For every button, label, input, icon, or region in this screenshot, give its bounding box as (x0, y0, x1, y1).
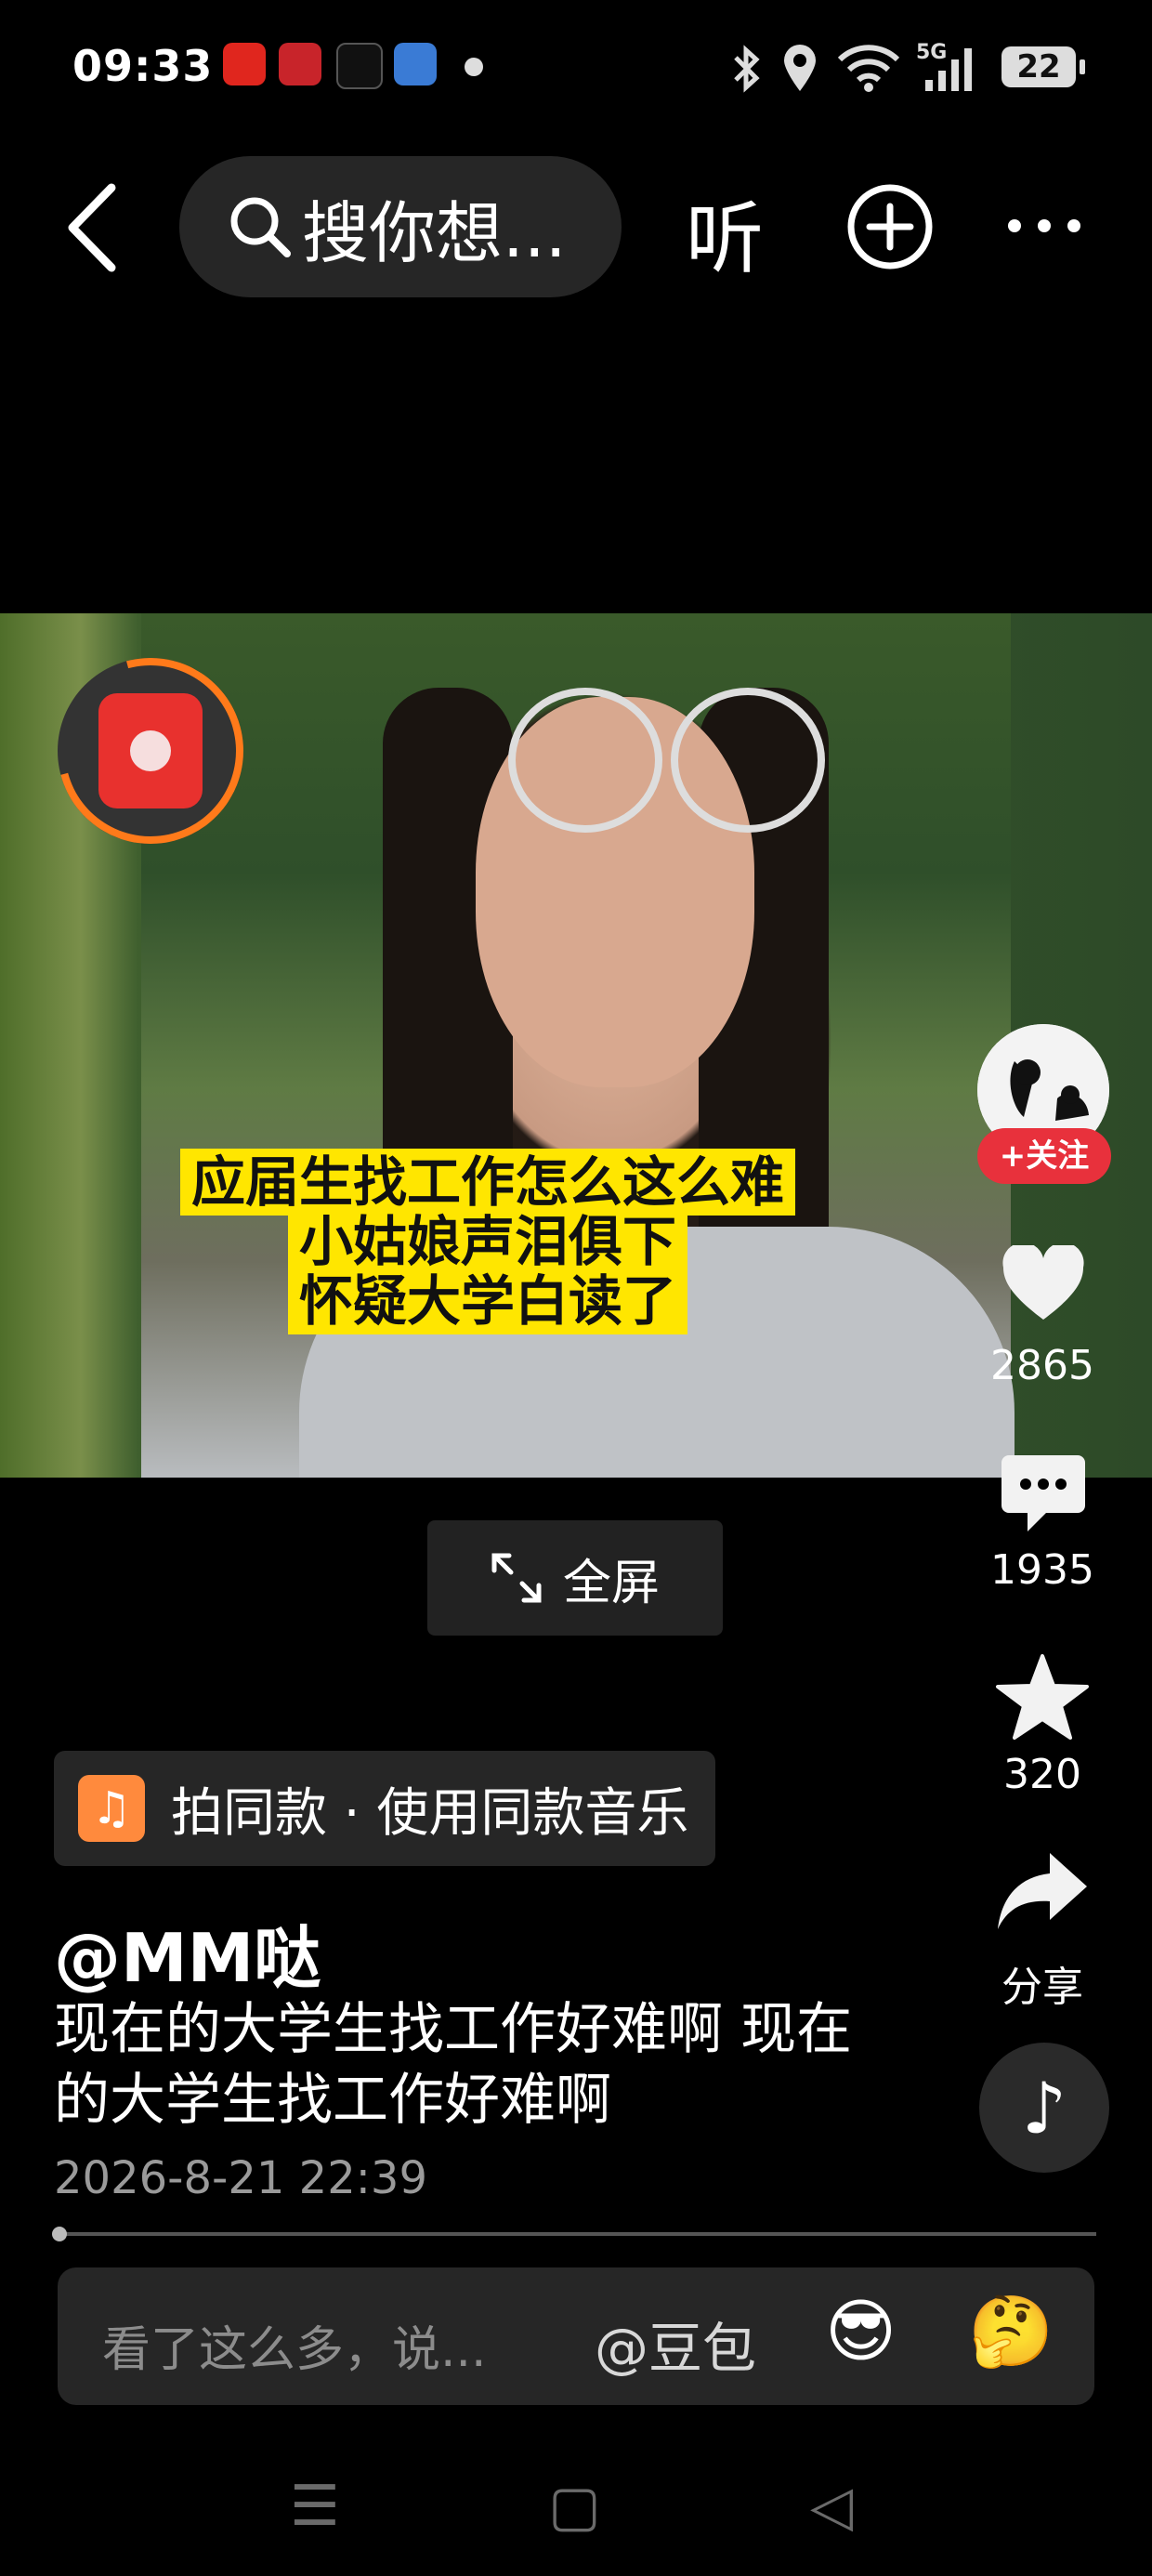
nav-menu-icon[interactable]: ☰ (290, 2474, 340, 2539)
video-glasses-right (671, 688, 825, 833)
emoji-thinking-button[interactable]: 🤔 (968, 2292, 1054, 2372)
nav-home-icon[interactable]: ▢ (548, 2474, 601, 2539)
douyin-app-icon (223, 43, 266, 85)
favorite-count: 320 (1003, 1751, 1081, 1798)
search-icon (230, 197, 291, 257)
caption-line-1: 应届生找工作怎么这么难 (179, 1149, 795, 1216)
tiktok-app-icon (336, 43, 383, 89)
author-username[interactable]: @MM哒 (54, 1903, 321, 2001)
add-icon[interactable] (845, 182, 935, 271)
video-frame (141, 613, 1015, 1478)
video-progress-bar[interactable] (58, 2232, 1096, 2236)
video-progress-handle[interactable] (52, 2227, 67, 2241)
caption-line-2: 小姑娘声泪俱下 (287, 1208, 687, 1275)
battery-indicator: 22 (1001, 46, 1085, 87)
expand-icon (491, 1553, 542, 1603)
comment-count: 1935 (990, 1546, 1094, 1594)
same-style-label: 拍同款 · 使用同款音乐 (171, 1782, 689, 1844)
like-count: 2865 (990, 1342, 1094, 1389)
comment-icon[interactable] (1000, 1452, 1087, 1535)
music-note-badge-icon: ♫ (78, 1775, 145, 1842)
mention-doubao-button[interactable]: @豆包 (595, 2305, 756, 2383)
wifi-icon (837, 45, 900, 92)
post-date: 2026-8-21 22:39 (54, 2152, 427, 2204)
fullscreen-button[interactable]: 全屏 (427, 1520, 723, 1636)
search-box[interactable]: 搜你想... (179, 156, 622, 297)
video-caption: 应届生找工作怎么这么难 小姑娘声泪俱下 怀疑大学白读了 (158, 1149, 818, 1334)
video-glasses-left (508, 688, 662, 833)
fullscreen-label: 全屏 (562, 1555, 660, 1611)
back-arrow-icon[interactable] (59, 177, 124, 279)
signal-icon (925, 48, 972, 91)
emoji-cool-button[interactable]: 😎 (825, 2292, 897, 2372)
comment-placeholder[interactable]: 看了这么多，说... (102, 2310, 487, 2380)
stocks-app-icon (394, 43, 437, 85)
same-style-music-button[interactable]: ♫ 拍同款 · 使用同款音乐 (54, 1751, 715, 1866)
more-options-icon[interactable] (1005, 214, 1083, 238)
caption-line-3: 怀疑大学白读了 (287, 1268, 687, 1334)
music-note-icon: ♪ (1021, 2066, 1067, 2149)
nav-back-icon[interactable]: ◁ (810, 2474, 853, 2539)
location-icon (784, 45, 816, 91)
post-description: 现在的大学生找工作好难啊 现在的大学生找工作好难啊 (54, 1997, 853, 2133)
status-time: 09:33 (72, 41, 214, 91)
bluetooth-icon (734, 45, 760, 93)
share-label: 分享 (1001, 1964, 1083, 2011)
listen-button[interactable]: 听 (686, 177, 764, 289)
notification-dot-icon (465, 58, 483, 76)
music-disc-button[interactable]: ♪ (979, 2043, 1109, 2173)
search-placeholder: 搜你想... (302, 193, 567, 272)
douyin-lite-app-icon (279, 43, 321, 85)
follow-button[interactable]: +关注 (977, 1128, 1111, 1184)
like-heart-icon[interactable] (1001, 1245, 1085, 1323)
favorite-star-icon[interactable] (994, 1652, 1091, 1741)
share-arrow-icon[interactable] (996, 1849, 1089, 1933)
